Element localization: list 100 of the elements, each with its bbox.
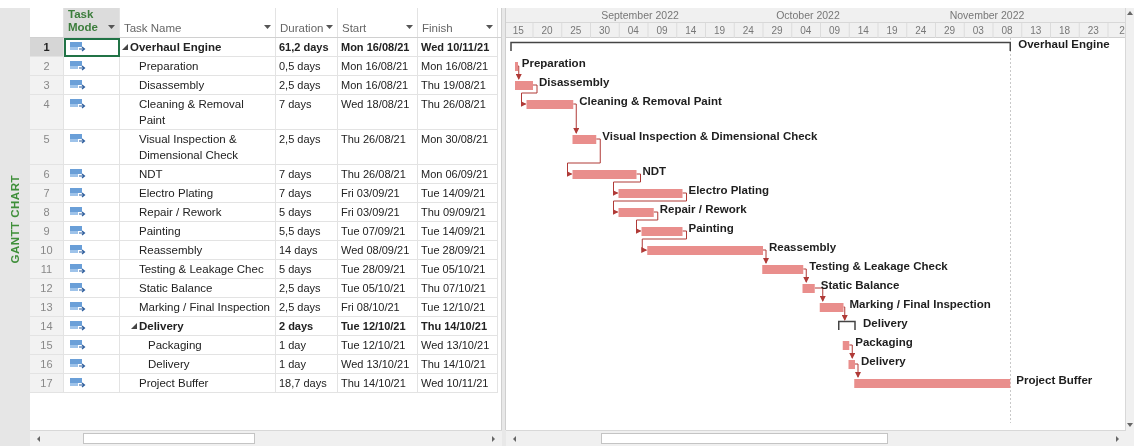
column-header[interactable]: Start <box>337 8 418 37</box>
start-date: Thu 26/08/21 <box>340 167 406 182</box>
row-number[interactable]: 2 <box>29 57 64 76</box>
task-bar[interactable] <box>514 81 533 90</box>
row-number[interactable]: 6 <box>29 165 64 184</box>
row-number[interactable]: 9 <box>29 222 64 241</box>
collapse-triangle-icon[interactable] <box>130 323 137 329</box>
task-bar-label: Electro Plating <box>688 184 769 196</box>
column-header[interactable]: Task Mode <box>63 8 120 37</box>
row-number[interactable]: 15 <box>29 336 64 355</box>
summary-bar[interactable] <box>509 41 1011 52</box>
finish-date: Thu 09/09/21 <box>420 205 486 220</box>
dependency-arrow <box>566 138 601 177</box>
row-number[interactable]: 13 <box>29 298 64 317</box>
day-label: 14 <box>684 25 696 36</box>
task-bar[interactable] <box>819 303 844 312</box>
start-date: Wed 18/08/21 <box>340 97 410 112</box>
task-bar-label: NDT <box>642 165 666 177</box>
start-date: Thu 26/08/21 <box>340 132 406 147</box>
day-label: 25 <box>569 25 581 36</box>
collapse-triangle-icon[interactable] <box>121 44 128 50</box>
task-bar-label: Delivery <box>860 355 906 367</box>
task-name: Testing & Leakage Chec <box>138 262 264 277</box>
start-date: Fri 03/09/21 <box>340 205 400 220</box>
finish-date: Mon 06/09/21 <box>420 167 489 182</box>
dropdown-arrow-icon[interactable] <box>325 25 333 30</box>
task-bar[interactable] <box>618 208 654 217</box>
duration-text: 18,7 days <box>278 376 327 391</box>
row-number[interactable]: 4 <box>29 95 64 130</box>
month-label: September 2022 <box>600 9 679 21</box>
task-bar-label: Packaging <box>854 336 913 348</box>
task-mode-icon <box>69 358 86 369</box>
column-header[interactable]: Task Name <box>119 8 276 37</box>
month-label: October 2022 <box>775 9 840 21</box>
scrollbar-thumb[interactable] <box>83 433 255 444</box>
task-bar[interactable] <box>842 341 849 350</box>
task-bar-label: Testing & Leakage Check <box>808 260 948 272</box>
task-bar[interactable] <box>848 360 855 369</box>
task-mode-icon <box>69 339 86 350</box>
task-bar[interactable] <box>761 265 803 274</box>
task-bar-label: Reassembly <box>768 241 836 253</box>
day-label: 19 <box>886 25 898 36</box>
duration-text: 5 days <box>278 262 312 277</box>
task-name: Project Buffer <box>138 376 209 391</box>
start-date: Tue 12/10/21 <box>340 319 406 334</box>
start-date: Tue 12/10/21 <box>340 338 406 353</box>
task-mode-icon <box>69 282 86 293</box>
vertical-scrollbar[interactable] <box>1125 8 1134 430</box>
task-mode-icon <box>69 79 86 90</box>
task-bar[interactable] <box>618 189 683 198</box>
day-label: 04 <box>799 25 811 36</box>
task-bar[interactable] <box>641 227 683 236</box>
row-number[interactable]: 12 <box>29 279 64 298</box>
dropdown-arrow-icon[interactable] <box>485 25 493 30</box>
day-label: 15 <box>512 25 524 36</box>
day-label: 09 <box>656 25 668 36</box>
row-number[interactable]: 14 <box>29 317 64 336</box>
day-label: 29 <box>771 25 783 36</box>
dropdown-arrow-icon[interactable] <box>107 25 115 30</box>
task-bar[interactable] <box>514 62 518 71</box>
task-bar[interactable] <box>572 170 637 179</box>
task-mode-icon <box>69 133 86 144</box>
horizontal-scrollbar[interactable] <box>506 430 1126 446</box>
task-bar-label: Delivery <box>862 317 908 329</box>
task-mode-icon <box>69 206 86 217</box>
row-number[interactable]: 10 <box>29 241 64 260</box>
row-number[interactable]: 8 <box>29 203 64 222</box>
row-number[interactable]: 5 <box>29 130 64 165</box>
column-header[interactable]: Duration <box>275 8 338 37</box>
duration-text: 0,5 days <box>278 59 321 74</box>
row-number[interactable]: 11 <box>29 260 64 279</box>
finish-date: Mon 30/08/21 <box>420 132 489 147</box>
task-bar[interactable] <box>526 100 573 109</box>
summary-bar[interactable] <box>837 320 856 331</box>
row-number[interactable]: 17 <box>29 374 64 393</box>
start-date: Tue 05/10/21 <box>340 281 406 296</box>
row-number[interactable]: 16 <box>29 355 64 374</box>
duration-text: 2,5 days <box>278 78 321 93</box>
dropdown-arrow-icon[interactable] <box>405 25 413 30</box>
task-bar[interactable] <box>572 135 596 144</box>
row-number[interactable]: 3 <box>29 76 64 95</box>
task-bar[interactable] <box>802 284 815 293</box>
task-mode-icon <box>69 320 86 331</box>
task-bar-label: Marking / Final Inspection <box>849 298 991 310</box>
day-label: 03 <box>972 25 984 36</box>
dependency-arrow <box>813 287 826 302</box>
day-label: 24 <box>914 25 926 36</box>
task-name: Cleaning & Removal Paint <box>138 97 245 128</box>
scrollbar-thumb[interactable] <box>601 433 888 444</box>
task-mode-icon <box>69 225 86 236</box>
column-header[interactable]: Finish <box>417 8 498 37</box>
start-date: Thu 14/10/21 <box>340 376 406 391</box>
task-name: Visual Inspection & Dimensional Check <box>138 132 240 163</box>
duration-text: 7 days <box>278 186 312 201</box>
horizontal-scrollbar[interactable] <box>30 430 502 446</box>
dropdown-arrow-icon[interactable] <box>263 25 271 30</box>
task-bar-label: Painting <box>688 222 734 234</box>
row-number[interactable]: 1 <box>29 38 64 57</box>
task-name: Delivery <box>147 357 190 372</box>
row-number[interactable]: 7 <box>29 184 64 203</box>
